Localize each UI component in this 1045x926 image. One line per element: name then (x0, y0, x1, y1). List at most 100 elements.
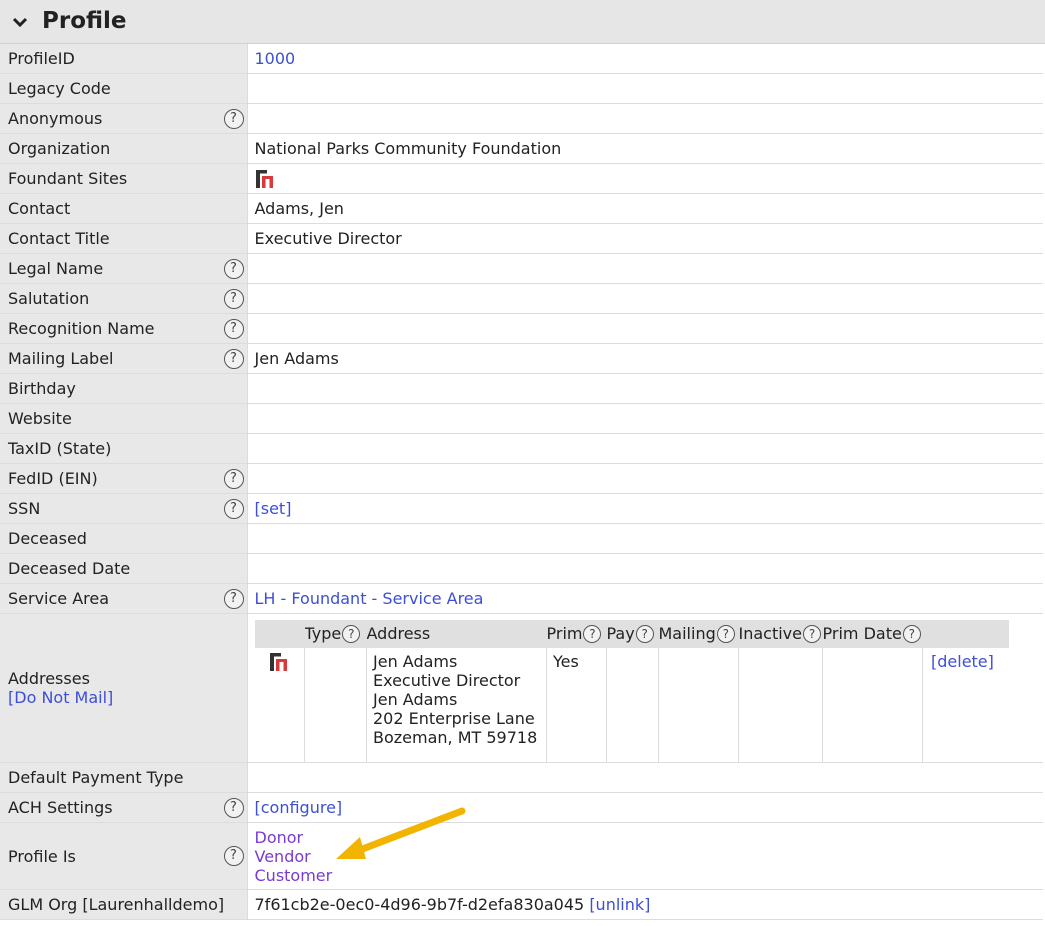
help-icon[interactable]: ? (223, 498, 244, 519)
contact-title-value: Executive Director (254, 229, 402, 248)
help-icon[interactable]: ? (223, 318, 244, 339)
address-text: Jen Adams Executive Director Jen Adams 202 … (366, 647, 547, 762)
fedid-ein-label: FedID (EIN) (8, 469, 98, 488)
column-header-label: Prim (546, 623, 583, 643)
contact-value: Adams, Jen (254, 199, 344, 218)
contact-title-label: Contact Title (8, 229, 110, 248)
organization-value: National Parks Community Foundation (254, 139, 562, 158)
column-header-address: Address (366, 619, 547, 648)
website-row: Website (0, 403, 1043, 434)
recognition-name-row: Recognition Name? (0, 313, 1043, 344)
profile-is-donor-link[interactable]: Donor (255, 828, 304, 847)
deceased-date-label: Deceased Date (8, 559, 131, 578)
help-icon[interactable]: ? (223, 288, 244, 309)
glm-org-label: GLM Org [Laurenhalldemo] (8, 895, 225, 914)
help-icon[interactable]: ? (223, 468, 244, 489)
help-icon[interactable]: ? (716, 625, 735, 644)
column-header-prim-date: Prim Date? (822, 619, 923, 648)
taxid-state-row: TaxID (State) (0, 433, 1043, 464)
profileid-link[interactable]: 1000 (255, 49, 296, 68)
column-header-mailing: Mailing? (658, 619, 739, 648)
profile-table: ProfileID 1000 Legacy Code Anonymous? Organi… (0, 44, 1043, 920)
deceased-date-row: Deceased Date (0, 553, 1043, 584)
foundant-logo-icon (255, 169, 273, 188)
profileid-label: ProfileID (8, 49, 75, 68)
chevron-down-icon (12, 17, 28, 28)
service-area-link[interactable]: LH - Foundant - Service Area (255, 589, 484, 608)
mailing-label-label: Mailing Label (8, 349, 114, 368)
deceased-row: Deceased (0, 523, 1043, 554)
taxid-state-label: TaxID (State) (8, 439, 112, 458)
addresses-label: Addresses (8, 669, 90, 688)
column-header-prim: Prim? (546, 619, 607, 648)
help-icon[interactable]: ? (635, 625, 654, 644)
help-icon[interactable]: ? (803, 625, 821, 644)
column-header-pay: Pay? (606, 619, 659, 648)
ssn-row: SSN? [set] (0, 493, 1043, 524)
organization-label: Organization (8, 139, 111, 158)
column-header-type: Type? (304, 619, 367, 648)
profile-is-row: Profile Is ? Donor Vendor Customer (0, 822, 1043, 890)
address-prim: Yes (546, 647, 607, 762)
service-area-row: Service Area? LH - Foundant - Service Are… (0, 583, 1043, 614)
delete-address-link[interactable]: [delete] (931, 652, 994, 671)
profile-is-label: Profile Is (8, 846, 76, 866)
glm-org-id: 7f61cb2e-0ec0-4d96-9b7f-d2efa830a045 (254, 895, 585, 914)
help-icon[interactable]: ? (223, 846, 244, 866)
salutation-row: Salutation? (0, 283, 1043, 314)
column-header-label: Prim Date (822, 623, 902, 643)
salutation-label: Salutation (8, 289, 90, 308)
ach-settings-link[interactable]: [configure] (255, 798, 343, 817)
profile-header[interactable]: Profile (0, 0, 1045, 44)
help-icon[interactable]: ? (223, 258, 244, 279)
help-icon[interactable]: ? (223, 797, 244, 818)
column-header-label: Pay (606, 623, 635, 643)
legal-name-label: Legal Name (8, 259, 104, 278)
address-row: Jen Adams Executive Director Jen Adams 202 … (254, 647, 1009, 762)
column-header-inactive: Inactive? (738, 619, 823, 648)
help-icon[interactable]: ? (902, 625, 921, 644)
address-line: 202 Enterprise Lane (373, 708, 535, 728)
legacy-code-label: Legacy Code (8, 79, 111, 98)
profile-is-vendor-link[interactable]: Vendor (255, 847, 311, 866)
service-area-label: Service Area (8, 589, 110, 608)
section-title: Profile (42, 8, 127, 34)
contact-label: Contact (8, 199, 71, 218)
contact-row: Contact Adams, Jen (0, 193, 1043, 224)
contact-title-row: Contact Title Executive Director (0, 223, 1043, 254)
default-payment-type-label: Default Payment Type (8, 768, 184, 787)
help-icon[interactable]: ? (223, 108, 244, 129)
deceased-label: Deceased (8, 529, 87, 548)
ssn-label: SSN (8, 499, 41, 518)
address-line: Jen Adams (373, 689, 458, 709)
glm-org-row: GLM Org [Laurenhalldemo] 7f61cb2e-0ec0-4… (0, 889, 1043, 920)
profileid-row: ProfileID 1000 (0, 44, 1043, 74)
legacy-code-row: Legacy Code (0, 73, 1043, 104)
foundant-sites-row: Foundant Sites (0, 163, 1043, 194)
foundant-sites-label: Foundant Sites (8, 169, 128, 188)
recognition-name-label: Recognition Name (8, 319, 155, 338)
anonymous-label: Anonymous (8, 109, 103, 128)
address-line: Executive Director (373, 670, 521, 690)
addresses-row: Addresses [Do Not Mail] Type? Address Prim… (0, 613, 1043, 763)
help-icon[interactable]: ? (583, 625, 602, 644)
ssn-link[interactable]: [set] (255, 499, 292, 518)
unlink-link[interactable]: [unlink] (589, 895, 650, 914)
birthday-label: Birthday (8, 379, 76, 398)
birthday-row: Birthday (0, 373, 1043, 404)
help-icon[interactable]: ? (223, 348, 244, 369)
profile-is-customer-link[interactable]: Customer (255, 866, 333, 885)
help-icon[interactable]: ? (223, 588, 244, 609)
legal-name-row: Legal Name? (0, 253, 1043, 284)
do-not-mail-link[interactable]: [Do Not Mail] (8, 688, 113, 707)
help-icon[interactable]: ? (342, 625, 361, 644)
website-label: Website (8, 409, 72, 428)
ach-settings-row: ACH Settings? [configure] (0, 792, 1043, 823)
column-header-label: Address (366, 624, 431, 643)
address-line: Bozeman, MT 59718 (373, 727, 538, 747)
addresses-table: Type? Address Prim? Pay? Mailing? Inactive? Pr… (254, 619, 1009, 762)
column-header-label: Mailing (658, 623, 716, 643)
address-line: Jen Adams (373, 651, 458, 671)
ach-settings-label: ACH Settings (8, 798, 113, 817)
organization-row: Organization National Parks Community Fou… (0, 133, 1043, 164)
